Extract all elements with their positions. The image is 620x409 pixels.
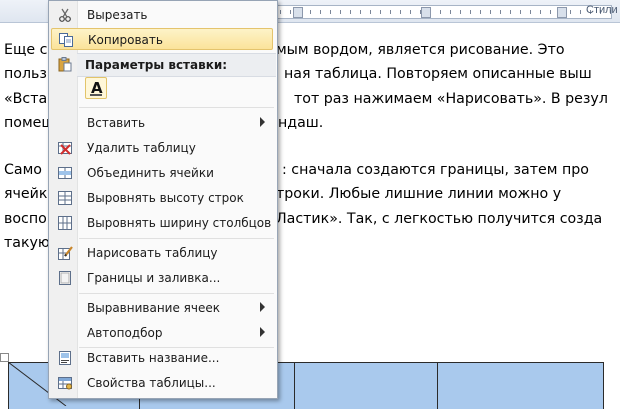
table-move-handle[interactable] (0, 353, 9, 362)
ruler-column-marker[interactable] (421, 7, 431, 18)
distribute-columns-icon (58, 216, 72, 230)
insert-caption-icon (59, 351, 71, 365)
menu-item-label: Границы и заливка... (87, 271, 221, 285)
horizontal-ruler[interactable] (270, 5, 612, 19)
table-properties-icon (58, 377, 72, 390)
borders-shading-icon (59, 271, 71, 285)
menu-item-label: Вставить (87, 116, 146, 130)
menu-item-label: Автоподбор (87, 326, 163, 340)
context-menu: Вырезать Копировать Параметры вставки: A… (48, 0, 278, 399)
table-column-border[interactable] (294, 363, 295, 409)
clipboard-icon (58, 57, 72, 72)
menu-item-insert[interactable]: Вставить (51, 112, 273, 134)
doc-line: ячейк троки. Любые лишние линии можно у (4, 186, 562, 203)
menu-item-cell-alignment[interactable]: Выравнивание ячеек (51, 297, 273, 319)
doc-line: воспо Ластик». Так, с легкостью получится… (4, 210, 603, 227)
delete-table-icon (58, 142, 72, 155)
menu-item-label: Вставить название... (87, 351, 220, 365)
doc-line: польз ная таблица. Повторяем описанные вы… (4, 66, 592, 83)
menu-item-label: Свойства таблицы... (87, 376, 216, 390)
doc-line: помеш ндаш. (4, 114, 324, 131)
menu-item-label: Вырезать (87, 8, 148, 22)
distribute-rows-icon (58, 191, 72, 205)
scissors-icon (59, 8, 71, 22)
keep-text-only-underline (90, 94, 102, 96)
menu-item-copy[interactable]: Копировать (51, 28, 273, 50)
menu-item-draw-table[interactable]: Нарисовать таблицу (51, 242, 273, 264)
menu-separator (79, 238, 274, 239)
menu-item-delete-table[interactable]: Удалить таблицу (51, 137, 273, 159)
menu-item-label: Объединить ячейки (87, 166, 214, 180)
menu-separator (79, 107, 274, 108)
doc-line: Само: сначала создаются границы, затем п… (4, 162, 589, 178)
ruler-column-marker[interactable] (557, 7, 567, 18)
menu-separator (79, 293, 274, 294)
table-column-border[interactable] (437, 363, 438, 409)
table-column-border[interactable] (603, 363, 604, 409)
menu-item-label: Выровнять ширину столбцов (87, 216, 272, 230)
menu-item-cut[interactable]: Вырезать (51, 4, 273, 26)
submenu-arrow-icon (260, 302, 265, 312)
paste-keep-text-only-button[interactable]: A (85, 77, 107, 99)
submenu-arrow-icon (260, 327, 265, 337)
menu-item-label: Нарисовать таблицу (87, 246, 218, 260)
paste-options-label: Параметры вставки: (85, 58, 228, 72)
styles-group-label: Стили (586, 4, 618, 16)
menu-item-distribute-rows[interactable]: Выровнять высоту строк (51, 187, 273, 209)
menu-item-table-properties[interactable]: Свойства таблицы... (51, 372, 273, 394)
ruler-column-marker[interactable] (293, 7, 303, 18)
merge-cells-icon (58, 167, 72, 179)
menu-item-label: Удалить таблицу (87, 141, 196, 155)
submenu-arrow-icon (260, 117, 265, 127)
menu-item-label: Выравнивание ячеек (87, 301, 220, 315)
paste-options-header: Параметры вставки: (77, 53, 276, 77)
menu-item-autofit[interactable]: Автоподбор (51, 322, 273, 344)
copy-icon (59, 33, 73, 47)
menu-item-label: Выровнять высоту строк (87, 191, 244, 205)
doc-line: «Вста тот раз нажимаем «Нарисовать». В ре… (4, 90, 608, 107)
menu-item-label: Копировать (88, 33, 163, 47)
menu-item-insert-caption[interactable]: Вставить название... (51, 347, 273, 369)
draw-table-icon (58, 246, 73, 260)
doc-line: такую (4, 234, 50, 251)
menu-item-distribute-columns[interactable]: Выровнять ширину столбцов (51, 212, 273, 234)
menu-item-borders-shading[interactable]: Границы и заливка... (51, 267, 273, 289)
menu-item-merge-cells[interactable]: Объединить ячейки (51, 162, 273, 184)
